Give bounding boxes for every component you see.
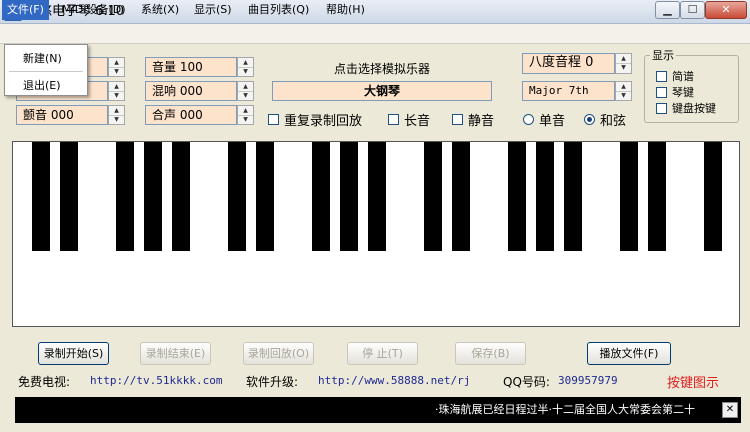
show-keys-checkbox[interactable]: 琴键 bbox=[656, 84, 694, 100]
news-ticker[interactable]: ·珠海航展已经日程过半·十二届全国人大常委会第二十 bbox=[15, 397, 741, 423]
piano-black-key[interactable] bbox=[368, 142, 386, 251]
piano-black-key[interactable] bbox=[60, 142, 78, 251]
octave-spinner[interactable]: ▲ ▼ bbox=[615, 53, 632, 74]
close-button[interactable]: ✕ bbox=[705, 1, 747, 19]
checkbox-box bbox=[656, 70, 667, 82]
mute-checkbox[interactable]: 静音 bbox=[452, 110, 494, 129]
menu-midi-device[interactable]: MIDI设备(D) bbox=[57, 0, 131, 20]
menu-display[interactable]: 显示(S) bbox=[189, 0, 237, 20]
checkbox-box bbox=[656, 86, 667, 98]
sustain-checkbox[interactable]: 长音 bbox=[388, 110, 430, 129]
piano-black-key[interactable] bbox=[536, 142, 554, 251]
volume-spinner[interactable]: ▲ ▼ bbox=[237, 57, 254, 77]
single-note-label: 单音 bbox=[539, 114, 566, 129]
show-keyboard-keys-checkbox[interactable]: 键盘按键 bbox=[656, 100, 716, 116]
piano-black-key[interactable] bbox=[564, 142, 582, 251]
save-button[interactable]: 保存(B) bbox=[455, 342, 526, 365]
minimize-button[interactable]: ▁ bbox=[655, 1, 680, 19]
piano-black-key[interactable] bbox=[256, 142, 274, 251]
menu-file[interactable]: 文件(F) bbox=[2, 0, 49, 20]
radio-circle-selected bbox=[584, 114, 595, 125]
free-tv-link[interactable]: http://tv.51kkkk.com bbox=[90, 374, 222, 387]
menu-item-exit[interactable]: 退出(E) bbox=[23, 77, 61, 93]
record-start-button[interactable]: 录制开始(S) bbox=[38, 342, 109, 365]
maximize-button[interactable]: ☐ bbox=[680, 1, 705, 19]
piano-black-key[interactable] bbox=[704, 142, 722, 251]
menu-bar bbox=[0, 24, 750, 44]
ticker-close-icon[interactable]: ✕ bbox=[722, 402, 738, 418]
piano-black-key[interactable] bbox=[508, 142, 526, 251]
chord-type-spinner[interactable]: ▲ ▼ bbox=[615, 81, 632, 101]
file-dropdown-menu: 新建(N) 退出(E) bbox=[4, 44, 88, 96]
field1-spinner[interactable]: ▲ ▼ bbox=[108, 57, 125, 77]
checkbox-box bbox=[452, 114, 463, 125]
chorus-spinner[interactable]: ▲ ▼ bbox=[237, 105, 254, 125]
piano-black-key[interactable] bbox=[144, 142, 162, 251]
show-keys-label: 琴键 bbox=[672, 86, 694, 99]
piano-black-key[interactable] bbox=[424, 142, 442, 251]
instrument-select[interactable]: 大钢琴 bbox=[272, 81, 492, 101]
menu-help[interactable]: 帮助(H) bbox=[321, 0, 370, 20]
checkbox-box bbox=[656, 102, 667, 114]
repeat-playback-checkbox[interactable]: 重复录制回放 bbox=[268, 110, 362, 129]
checkbox-box bbox=[388, 114, 399, 125]
key-hint-link[interactable]: 按键图示 bbox=[667, 372, 719, 391]
repeat-playback-label: 重复录制回放 bbox=[284, 114, 363, 129]
single-note-radio[interactable]: 单音 bbox=[523, 110, 565, 129]
piano-black-key[interactable] bbox=[452, 142, 470, 251]
instrument-label: 点击选择模拟乐器 bbox=[333, 62, 430, 76]
record-stop-button[interactable]: 录制结束(E) bbox=[140, 342, 211, 365]
show-notation-checkbox[interactable]: 简谱 bbox=[656, 68, 694, 84]
reverb-spinner[interactable]: ▲ ▼ bbox=[237, 81, 254, 101]
piano-keyboard[interactable] bbox=[12, 141, 740, 327]
piano-black-key[interactable] bbox=[340, 142, 358, 251]
menu-track-list[interactable]: 曲目列表(Q) bbox=[243, 0, 314, 20]
menu-system[interactable]: 系统(X) bbox=[136, 0, 184, 20]
sustain-label: 长音 bbox=[404, 114, 431, 129]
octave-field[interactable]: 八度音程 0 bbox=[522, 53, 615, 74]
chord-type-field[interactable]: Major 7th bbox=[522, 81, 615, 101]
checkbox-box bbox=[268, 114, 279, 125]
piano-black-key[interactable] bbox=[172, 142, 190, 251]
record-playback-button[interactable]: 录制回放(O) bbox=[243, 342, 314, 365]
menu-separator bbox=[9, 71, 83, 72]
show-notation-label: 简谱 bbox=[672, 70, 694, 83]
vibrato-spinner[interactable]: ▲ ▼ bbox=[108, 105, 125, 125]
radio-circle bbox=[523, 114, 534, 125]
chord-label: 和弦 bbox=[600, 114, 627, 129]
play-file-button[interactable]: 播放文件(F) bbox=[587, 342, 671, 365]
field2-spinner[interactable]: ▲ ▼ bbox=[108, 81, 125, 101]
upgrade-label: 软件升级: bbox=[246, 375, 299, 389]
vibrato-field[interactable]: 颤音 000 bbox=[16, 105, 108, 125]
mute-label: 静音 bbox=[468, 114, 495, 129]
stop-button[interactable]: 停 止(T) bbox=[347, 342, 418, 365]
qq-label: QQ号码: bbox=[503, 375, 550, 389]
piano-black-key[interactable] bbox=[312, 142, 330, 251]
piano-black-key[interactable] bbox=[32, 142, 50, 251]
free-tv-label: 免费电视: bbox=[18, 375, 71, 389]
chorus-field[interactable]: 合声 000 bbox=[145, 105, 237, 125]
qq-number: 309957979 bbox=[558, 374, 618, 387]
upgrade-link[interactable]: http://www.58888.net/rj bbox=[318, 374, 470, 387]
piano-black-key[interactable] bbox=[116, 142, 134, 251]
reverb-field[interactable]: 混响 000 bbox=[145, 81, 237, 101]
menu-item-new[interactable]: 新建(N) bbox=[23, 50, 62, 66]
show-keyboard-keys-label: 键盘按键 bbox=[672, 102, 716, 115]
piano-black-key[interactable] bbox=[228, 142, 246, 251]
piano-black-key[interactable] bbox=[648, 142, 666, 251]
chord-radio[interactable]: 和弦 bbox=[584, 110, 626, 129]
display-group-title: 显示 bbox=[650, 47, 676, 63]
piano-black-key[interactable] bbox=[620, 142, 638, 251]
volume-field[interactable]: 音量 100 bbox=[145, 57, 237, 77]
